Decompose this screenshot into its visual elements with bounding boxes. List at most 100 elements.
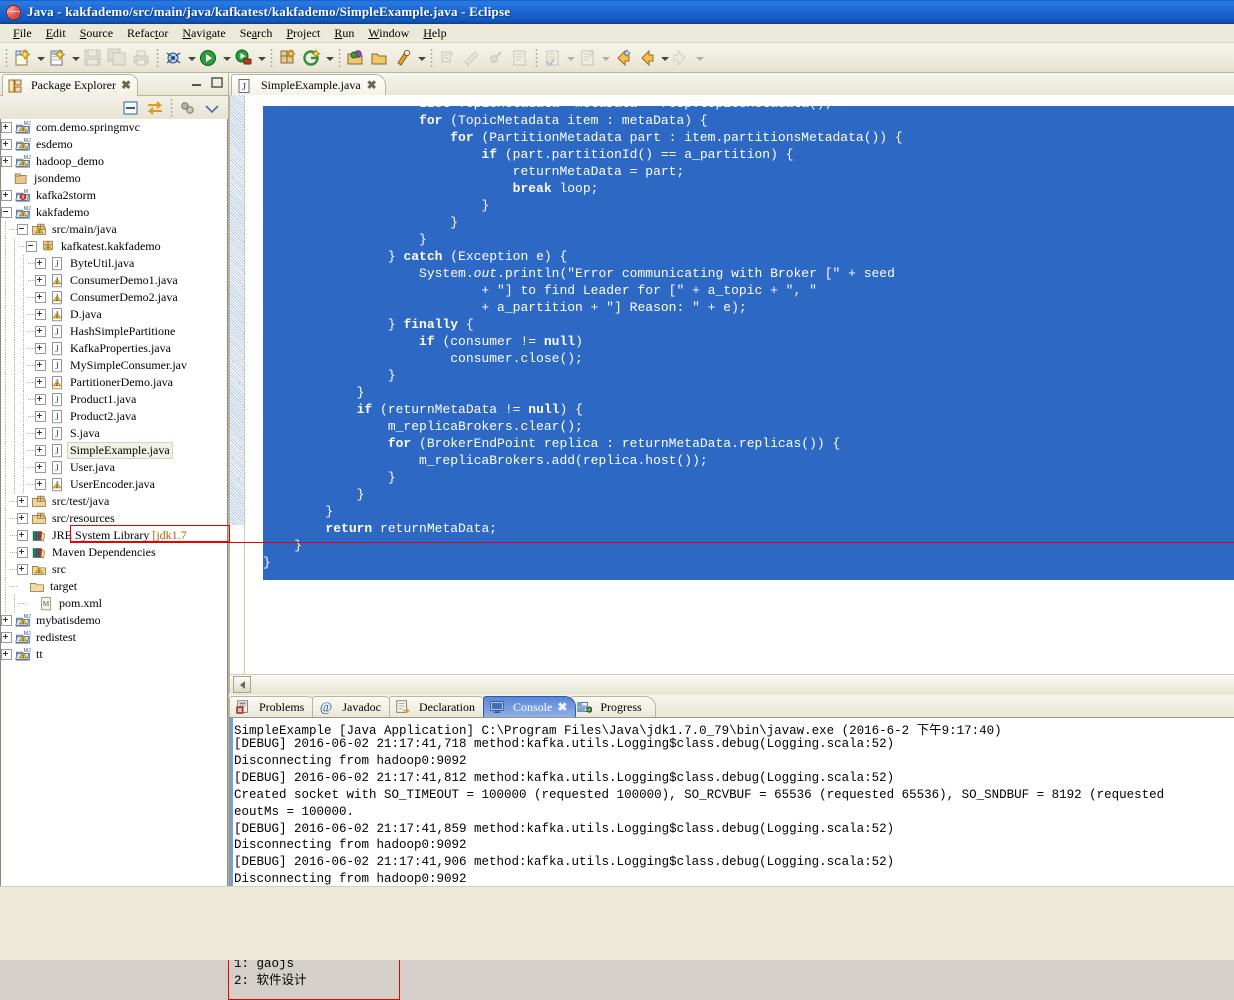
- search-icon[interactable]: [393, 47, 415, 69]
- chevron-down-icon[interactable]: [256, 47, 267, 69]
- tab-package-explorer[interactable]: Package Explorer ✖: [2, 74, 139, 96]
- tree-item-userencoder-java[interactable]: J UserEncoder.java: [1, 476, 227, 493]
- tree-item-com-demo-springmvc[interactable]: M Jcom.demo.springmvc: [1, 119, 227, 136]
- editor-horizontal-scrollbar[interactable]: [230, 674, 1234, 693]
- tree-expander-collapsed[interactable]: [35, 411, 46, 422]
- editor-area[interactable]: J SimpleExample.java ✖ List<TopicMetadat…: [229, 73, 1234, 693]
- tree-item-kakfademo[interactable]: M Jkakfademo: [1, 204, 227, 221]
- tree-item-jre-system-library[interactable]: JRE System Library [jdk1.7: [1, 527, 227, 544]
- tree-expander-expanded[interactable]: [1, 207, 12, 218]
- tree-item-product2-java[interactable]: J Product2.java: [1, 408, 227, 425]
- tree-expander-expanded[interactable]: [26, 241, 37, 252]
- menu-item-project[interactable]: Project: [279, 25, 327, 42]
- tree-item-kafka2storm[interactable]: Mkafka2storm: [1, 187, 227, 204]
- main-toolbar[interactable]: [0, 43, 1234, 73]
- tree-item-partitionerdemo-java[interactable]: J PartitionerDemo.java: [1, 374, 227, 391]
- tree-item-src-resources[interactable]: src/resources: [1, 510, 227, 527]
- close-icon[interactable]: ✖: [557, 700, 567, 715]
- close-icon[interactable]: ✖: [367, 78, 377, 93]
- link-with-editor-icon[interactable]: [144, 97, 166, 119]
- menu-item-navigate[interactable]: Navigate: [175, 25, 232, 42]
- tree-expander-collapsed[interactable]: [17, 513, 28, 524]
- close-icon[interactable]: ✖: [121, 78, 131, 93]
- git-repository-icon[interactable]: [301, 47, 323, 69]
- tab-simpleexample-java[interactable]: J SimpleExample.java ✖: [231, 74, 386, 96]
- tree-expander-collapsed[interactable]: [1, 156, 12, 167]
- editor-vertical-margin[interactable]: [245, 95, 263, 675]
- tree-expander-collapsed[interactable]: [1, 190, 12, 201]
- open-type-icon[interactable]: [345, 47, 367, 69]
- chevron-down-icon[interactable]: [416, 47, 427, 69]
- project-tree[interactable]: M Jcom.demo.springmvc M Jesdemo M Jhadoop_dem…: [0, 119, 228, 959]
- tree-expander-collapsed[interactable]: [35, 343, 46, 354]
- tree-item-kafkaproperties-java[interactable]: J KafkaProperties.java: [1, 340, 227, 357]
- open-task-icon[interactable]: [369, 47, 391, 69]
- menu-item-window[interactable]: Window: [361, 25, 416, 42]
- debug-icon[interactable]: [163, 47, 185, 69]
- tree-item-consumerdemo2-java[interactable]: J ConsumerDemo2.java: [1, 289, 227, 306]
- tree-item-hashsimplepartitione[interactable]: J HashSimplePartitione: [1, 323, 227, 340]
- tree-expander-collapsed[interactable]: [1, 632, 12, 643]
- menu-item-search[interactable]: Search: [233, 25, 280, 42]
- tree-item-kafkatest-kakfademo[interactable]: kafkatest.kakfademo: [1, 238, 227, 255]
- tree-item-maven-dependencies[interactable]: Maven Dependencies: [1, 544, 227, 561]
- view-menu-icon[interactable]: [201, 97, 223, 119]
- tree-expander-collapsed[interactable]: [35, 360, 46, 371]
- tree-item-pom-xml[interactable]: Mpom.xml: [1, 595, 227, 612]
- tree-expander-collapsed[interactable]: [17, 547, 28, 558]
- tree-expander-collapsed[interactable]: [1, 122, 12, 133]
- menu-bar[interactable]: File Edit Source Refactor Navigate Search Proj…: [0, 24, 1234, 43]
- run-external-tools-icon[interactable]: [233, 47, 255, 69]
- tree-expander-collapsed[interactable]: [35, 377, 46, 388]
- tree-expander-collapsed[interactable]: [35, 394, 46, 405]
- menu-item-run[interactable]: Run: [327, 25, 361, 42]
- tree-expander-expanded[interactable]: [17, 224, 28, 235]
- tree-item-d-java[interactable]: J D.java: [1, 306, 227, 323]
- maximize-icon[interactable]: [210, 76, 224, 89]
- tree-expander-collapsed[interactable]: [17, 564, 28, 575]
- new-java-package-icon[interactable]: [277, 47, 299, 69]
- tree-expander-collapsed[interactable]: [35, 309, 46, 320]
- tree-expander-collapsed[interactable]: [35, 462, 46, 473]
- menu-item-help[interactable]: Help: [416, 25, 453, 42]
- tree-expander-collapsed[interactable]: [35, 275, 46, 286]
- tree-item-byteutil-java[interactable]: J ByteUtil.java: [1, 255, 227, 272]
- collapse-all-icon[interactable]: [120, 97, 142, 119]
- package-explorer-view[interactable]: Package Explorer ✖ M J com.demo.springmv…: [0, 73, 228, 959]
- tree-item-esdemo[interactable]: M Jesdemo: [1, 136, 227, 153]
- back-history-icon[interactable]: [612, 47, 634, 69]
- new-wizard-icon[interactable]: [12, 47, 34, 69]
- chevron-down-icon[interactable]: [70, 47, 81, 69]
- tab-console[interactable]: Console ✖: [482, 696, 577, 717]
- tree-item-src-main-java[interactable]: src/main/java: [1, 221, 227, 238]
- tree-item-redistest[interactable]: M Jredistest: [1, 629, 227, 646]
- package-explorer-toolbar[interactable]: [0, 96, 228, 120]
- tree-expander-collapsed[interactable]: [35, 326, 46, 337]
- tree-expander-collapsed[interactable]: [17, 496, 28, 507]
- tree-item-jsondemo[interactable]: jsondemo: [1, 170, 227, 187]
- tree-item-mysimpleconsumer-jav[interactable]: J MySimpleConsumer.jav: [1, 357, 227, 374]
- tree-expander-collapsed[interactable]: [35, 258, 46, 269]
- tree-expander-collapsed[interactable]: [35, 445, 46, 456]
- tree-item-user-java[interactable]: J User.java: [1, 459, 227, 476]
- tree-item-consumerdemo1-java[interactable]: J ConsumerDemo1.java: [1, 272, 227, 289]
- scroll-left-icon[interactable]: [233, 676, 251, 693]
- tree-expander-collapsed[interactable]: [1, 649, 12, 660]
- tree-expander-collapsed[interactable]: [35, 479, 46, 490]
- tree-expander-collapsed[interactable]: [1, 139, 12, 150]
- tree-expander-collapsed[interactable]: [1, 615, 12, 626]
- tree-item-mybatisdemo[interactable]: M Jmybatisdemo: [1, 612, 227, 629]
- tab-declaration[interactable]: Declaration: [389, 696, 489, 717]
- menu-item-edit[interactable]: Edit: [39, 25, 73, 42]
- chevron-down-icon[interactable]: [659, 47, 670, 69]
- menu-item-refactor[interactable]: Refactor: [120, 25, 175, 42]
- forward-history-icon[interactable]: [636, 47, 658, 69]
- tree-item-src-test-java[interactable]: src/test/java: [1, 493, 227, 510]
- chevron-down-icon[interactable]: [324, 47, 335, 69]
- tree-item-hadoop-demo[interactable]: M Jhadoop_demo: [1, 153, 227, 170]
- tree-item-product1-java[interactable]: J Product1.java: [1, 391, 227, 408]
- tree-item-simpleexample-java[interactable]: J SimpleExample.java: [1, 442, 227, 459]
- view-window-buttons[interactable]: [190, 76, 224, 89]
- source-code[interactable]: List<TopicMetadata> metaData = resp.topi…: [263, 95, 1234, 571]
- menu-item-source[interactable]: Source: [73, 25, 120, 42]
